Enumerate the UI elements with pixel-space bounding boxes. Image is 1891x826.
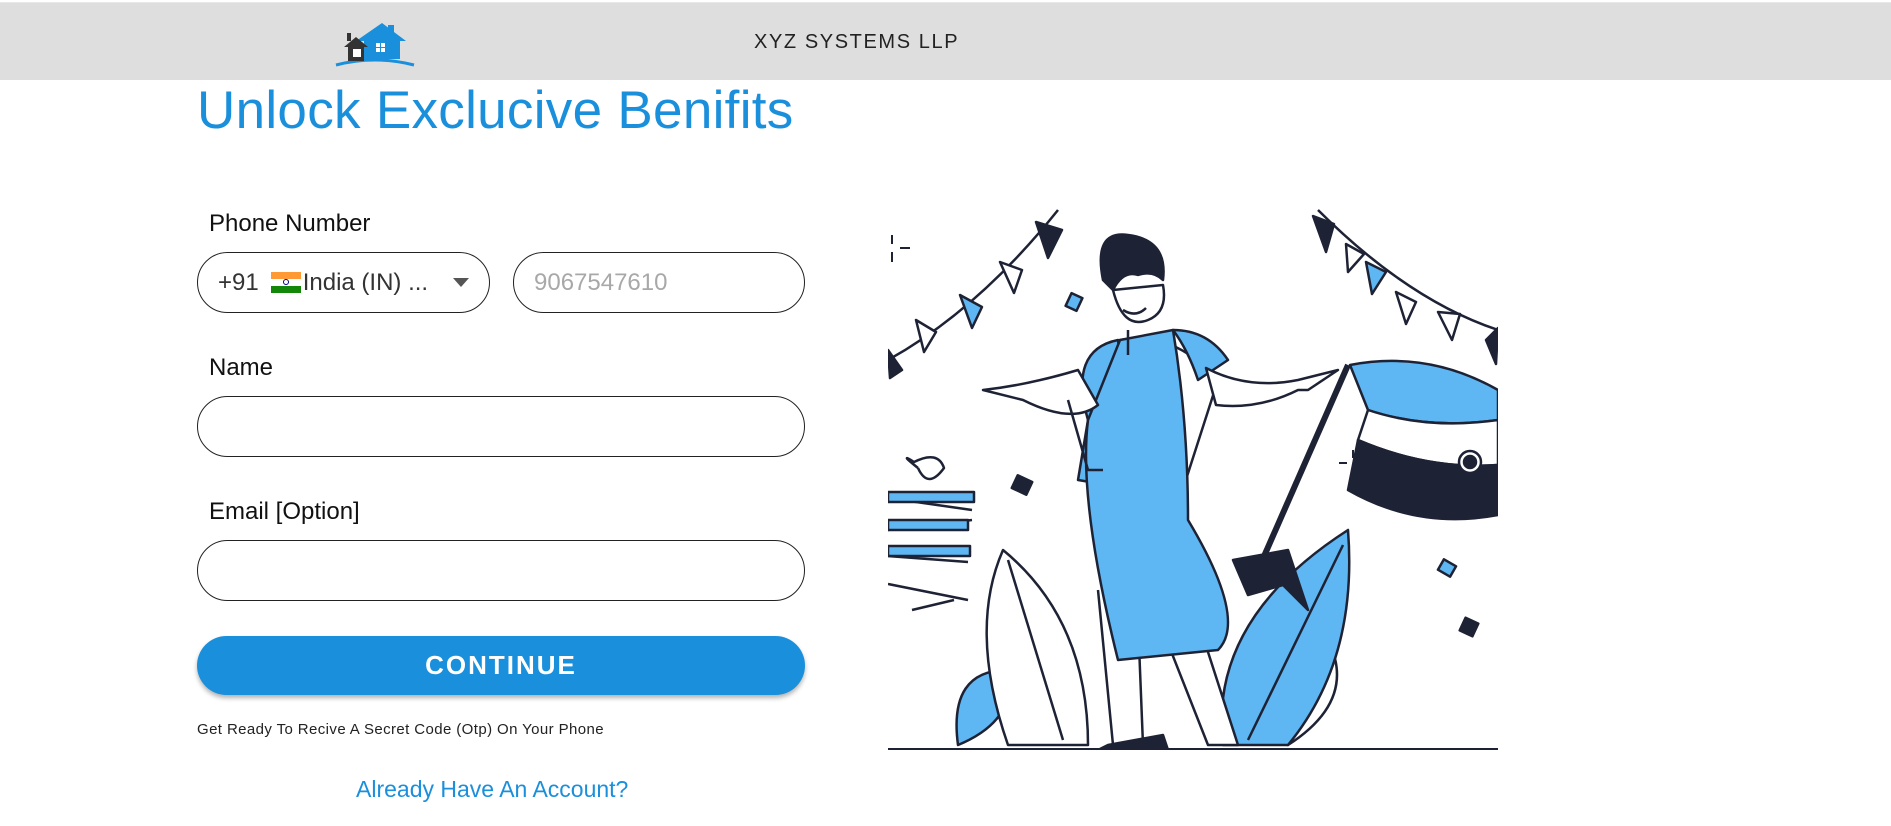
email-label: Email [Option] [209, 498, 360, 525]
house-logo-icon[interactable] [334, 19, 416, 67]
company-name: XYZ SYSTEMS LLP [754, 31, 960, 53]
name-input[interactable] [197, 396, 805, 457]
already-have-account-link[interactable]: Already Have An Account? [356, 776, 628, 803]
name-label: Name [209, 354, 274, 381]
page-title: Unlock Exclucive Benifits [197, 81, 794, 140]
india-flag-icon [270, 272, 301, 293]
country-code: +91 [218, 268, 259, 296]
email-input[interactable] [197, 540, 805, 601]
celebration-illustration [888, 209, 1498, 750]
otp-hint: Get Ready To Recive A Secret Code (Otp) … [197, 721, 604, 738]
top-header: XYZ SYSTEMS LLP [0, 2, 1891, 80]
country-select[interactable]: +91 India (IN) ... [197, 252, 490, 313]
country-name: India (IN) ... [302, 268, 429, 296]
phone-label: Phone Number [209, 210, 371, 237]
chevron-down-icon[interactable] [453, 278, 469, 287]
phone-input[interactable] [513, 252, 805, 313]
continue-button[interactable]: CONTINUE [197, 636, 805, 695]
